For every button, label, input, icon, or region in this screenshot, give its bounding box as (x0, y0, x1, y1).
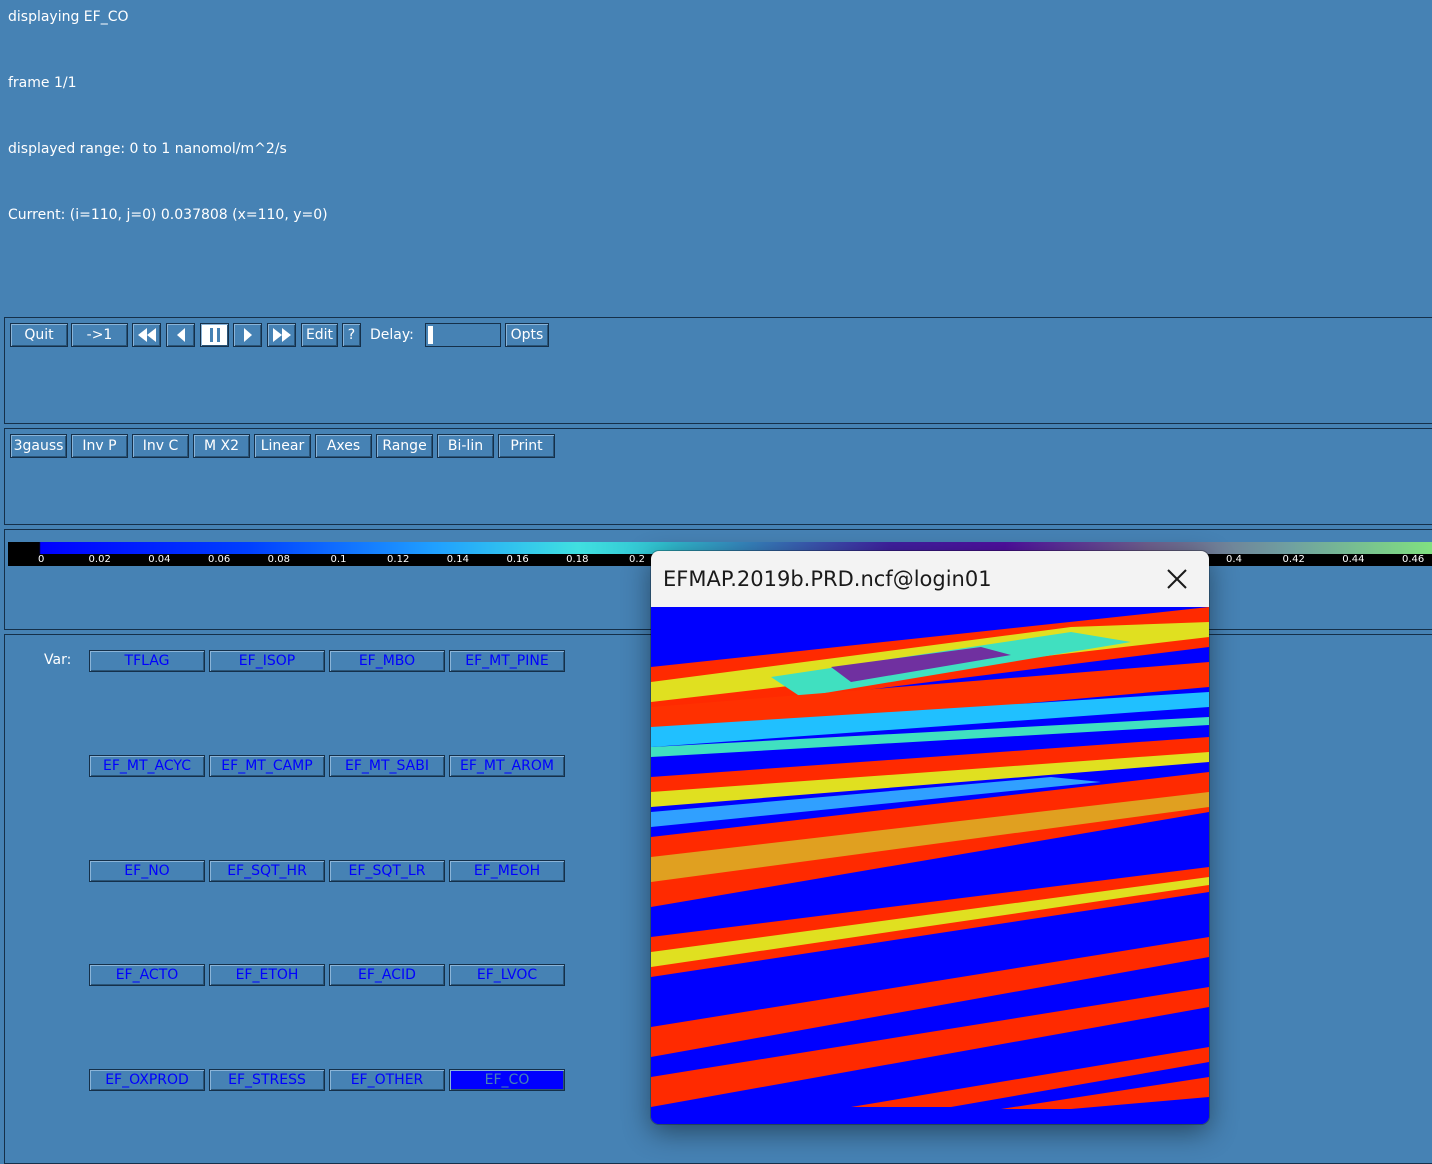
colorbar-tick-label: 0.04 (148, 554, 171, 565)
help-button[interactable]: ? (342, 323, 361, 347)
step-back-icon (176, 328, 185, 342)
current-value-label: Current: (i=110, j=0) 0.037808 (x=110, y… (8, 207, 328, 223)
edit-button[interactable]: Edit (301, 323, 338, 347)
variable-button[interactable]: EF_ISOP (209, 650, 325, 672)
colorbar-tick-label: 0 (38, 554, 45, 565)
variable-button[interactable]: EF_SQT_HR (209, 860, 325, 882)
step-back-button[interactable] (166, 323, 195, 347)
colorbar-tick-label: 0.2 (629, 554, 645, 565)
colorbar-tick-label: 0.18 (566, 554, 589, 565)
fast-rewind-icon (137, 328, 156, 342)
colorbar-tick-label: 0.46 (1401, 554, 1425, 565)
fast-rewind-button[interactable] (132, 323, 161, 347)
invert-palette-button[interactable]: Inv P (71, 434, 128, 458)
variable-button[interactable]: EF_LVOC (449, 964, 565, 986)
colorbar-tick-label: 0.02 (88, 554, 111, 565)
fast-forward-icon (272, 328, 291, 342)
variable-button[interactable]: EF_ACTO (89, 964, 205, 986)
colorbar-tick-label: 0.1 (330, 554, 347, 565)
variable-button[interactable]: EF_OTHER (329, 1069, 445, 1091)
variable-button[interactable]: EF_MT_AROM (449, 755, 565, 777)
emission-map-image[interactable] (651, 607, 1209, 1124)
variable-button[interactable]: EF_CO (449, 1069, 565, 1091)
variable-button[interactable]: EF_ETOH (209, 964, 325, 986)
variable-button[interactable]: EF_MEOH (449, 860, 565, 882)
colorbar-tick-label: 0.44 (1342, 554, 1365, 565)
variable-button[interactable]: EF_MT_PINE (449, 650, 565, 672)
quit-button[interactable]: Quit (10, 323, 68, 347)
linear-button[interactable]: Linear (254, 434, 311, 458)
bilinear-button[interactable]: Bi-lin (437, 434, 494, 458)
step-forward-button[interactable] (233, 323, 262, 347)
variable-button[interactable]: TFLAG (89, 650, 205, 672)
magnify-x2-button[interactable]: M X2 (193, 434, 250, 458)
colorbar-tick-label: 0.06 (207, 554, 231, 565)
colorbar-tick-label: 0.12 (387, 554, 410, 565)
playback-toolbar: Quit ->1 Edit ? Delay: Opts (4, 317, 1432, 424)
variable-button[interactable]: EF_OXPROD (89, 1069, 205, 1091)
variable-button[interactable]: EF_MBO (329, 650, 445, 672)
variable-label: Var: (44, 652, 72, 668)
fast-forward-button[interactable] (267, 323, 296, 347)
delay-label: Delay: (370, 327, 414, 343)
delay-slider[interactable] (425, 323, 501, 347)
close-icon[interactable] (1165, 567, 1189, 591)
colorbar-tick-label: 0.16 (506, 554, 529, 565)
variable-button[interactable]: EF_NO (89, 860, 205, 882)
colorbar-tick-label: 0.08 (267, 554, 290, 565)
variable-button[interactable]: EF_ACID (329, 964, 445, 986)
image-window: EFMAP.2019b.PRD.ncf@login01 (651, 551, 1209, 1124)
colorbar-tick-label: 0.42 (1282, 554, 1305, 565)
variable-button[interactable]: EF_MT_ACYC (89, 755, 205, 777)
opts-button[interactable]: Opts (505, 323, 549, 347)
invert-colors-button[interactable]: Inv C (132, 434, 189, 458)
3gauss-button[interactable]: 3gauss (10, 434, 67, 458)
print-button[interactable]: Print (498, 434, 555, 458)
range-button[interactable]: Range (376, 434, 433, 458)
image-window-title: EFMAP.2019b.PRD.ncf@login01 (663, 567, 992, 591)
step-forward-icon (243, 328, 252, 342)
display-options-toolbar: 3gauss Inv P Inv C M X2 Linear Axes Rang… (4, 428, 1432, 525)
variable-button[interactable]: EF_STRESS (209, 1069, 325, 1091)
variable-button[interactable]: EF_MT_CAMP (209, 755, 325, 777)
colorbar-tick-label: 0.4 (1226, 554, 1242, 565)
colorbar-tick-label: 0.14 (446, 554, 470, 565)
first-frame-button[interactable]: ->1 (71, 323, 128, 347)
pause-icon (209, 328, 220, 342)
variable-button[interactable]: EF_MT_SABI (329, 755, 445, 777)
delay-slider-knob[interactable] (428, 326, 433, 344)
displaying-label: displaying EF_CO (8, 9, 129, 25)
pause-button[interactable] (200, 323, 229, 347)
range-label: displayed range: 0 to 1 nanomol/m^2/s (8, 141, 287, 157)
variable-button[interactable]: EF_SQT_LR (329, 860, 445, 882)
axes-button[interactable]: Axes (315, 434, 372, 458)
frame-label: frame 1/1 (8, 75, 77, 91)
